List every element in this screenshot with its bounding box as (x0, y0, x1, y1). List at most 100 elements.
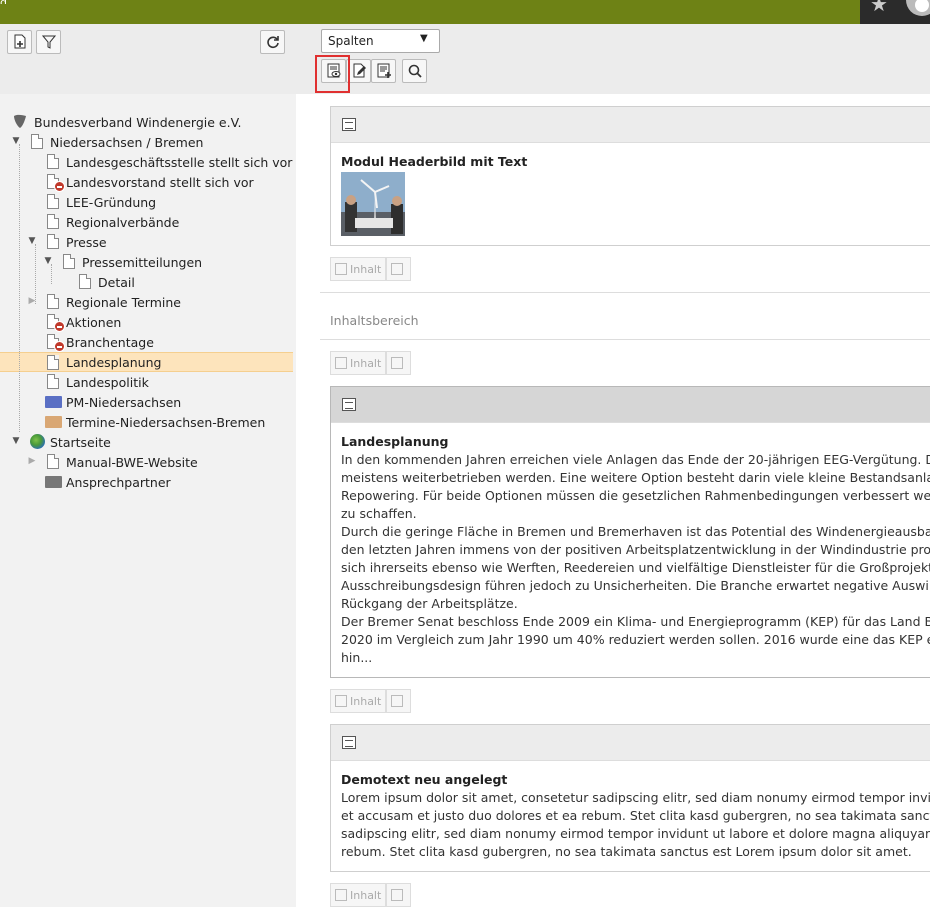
tree-item[interactable]: ▼ Startseite (0, 432, 293, 452)
content-element-card[interactable]: Modul Headerbild mit Text (330, 106, 930, 246)
tree-item-label: Branchentage (66, 334, 154, 350)
paste-content-button[interactable] (386, 689, 412, 713)
bodytext-line: rebum. Stet clita kasd gubergren, no sea… (341, 844, 912, 859)
tree-item[interactable]: Landespolitik (0, 372, 293, 392)
header-image-thumbnail[interactable] (341, 172, 405, 236)
tree-item[interactable]: Ansprechpartner (0, 472, 293, 492)
tree-item-label: Ansprechpartner (66, 474, 171, 490)
page-icon[interactable] (63, 254, 75, 269)
collapse-caret-icon[interactable]: ▼ (11, 436, 21, 446)
add-content-label: Inhalt (350, 262, 382, 276)
bodytext-line: Der Bremer Senat beschloss Ende 2009 ein… (341, 614, 930, 629)
paste-content-button[interactable] (386, 883, 412, 907)
wind-turbine-photo (341, 172, 405, 236)
tree-item-label: LEE-Gründung (66, 194, 157, 210)
bodytext-line: et accusam et justo duo dolores et ea re… (341, 808, 930, 823)
tree-item[interactable]: Detail (0, 272, 293, 292)
content-element-card[interactable]: Demotext neu angelegt Lorem ipsum dolor … (330, 724, 930, 872)
paste-icon (391, 889, 404, 901)
page-icon[interactable] (79, 274, 91, 289)
content-element-bodytext: In den kommenden Jahren erreichen viele … (341, 451, 930, 667)
bodytext-line: Repowering. Für beide Optionen müssen di… (341, 488, 930, 503)
expand-caret-icon[interactable]: ▶ (27, 456, 37, 466)
page-icon[interactable] (47, 454, 59, 469)
add-content-icon (335, 695, 347, 707)
tree-item[interactable]: Landesplanung (0, 352, 293, 372)
paste-content-button[interactable] (386, 351, 412, 375)
typo3-logo-icon (14, 114, 26, 128)
new-page-button[interactable] (7, 30, 32, 54)
add-content-button[interactable]: Inhalt (330, 351, 387, 375)
page-icon[interactable] (47, 214, 59, 229)
content-actions: Inhalt (330, 883, 412, 907)
tree-item-label: Manual-BWE-Website (66, 454, 198, 470)
page-icon[interactable] (47, 154, 59, 169)
tree-item[interactable]: ▼ Niedersachsen / Bremen (0, 132, 293, 152)
folder-icon[interactable] (45, 476, 62, 488)
tree-item[interactable]: Landesvorstand stellt sich vor (0, 172, 293, 192)
divider (320, 292, 930, 293)
bodytext-line: Lorem ipsum dolor sit amet, consetetur s… (341, 790, 930, 805)
page-icon[interactable] (47, 334, 65, 352)
tree-item[interactable]: ▶ Manual-BWE-Website (0, 452, 293, 472)
app-title-fragment: g (0, 0, 60, 4)
content-element-card[interactable]: Landesplanung In den kommenden Jahren er… (330, 386, 930, 678)
content-element-header (331, 387, 930, 423)
chevron-down-icon: ▼ (420, 33, 428, 44)
folder-icon[interactable] (45, 416, 62, 428)
tree-connector-line (51, 264, 52, 284)
bookmarks-star-icon[interactable]: ★ (870, 0, 888, 14)
new-content-button[interactable] (371, 59, 396, 83)
tree-item-label: Presse (66, 234, 107, 250)
page-icon[interactable] (47, 194, 59, 209)
tree-item[interactable]: ▶ Regionale Termine (0, 292, 293, 312)
paste-icon (391, 695, 404, 707)
page-icon[interactable] (47, 234, 59, 249)
tree-item-label: Detail (98, 274, 135, 290)
filter-button[interactable] (36, 30, 61, 54)
edit-page-icon (353, 63, 366, 78)
page-icon[interactable] (47, 374, 59, 389)
content-element-title: Modul Headerbild mit Text (341, 154, 528, 169)
tree-item[interactable]: LEE-Gründung (0, 192, 293, 212)
page-icon[interactable] (47, 314, 65, 332)
tree-item-label: Landespolitik (66, 374, 149, 390)
refresh-button[interactable] (260, 30, 285, 54)
page-icon[interactable] (47, 294, 59, 309)
content-actions: Inhalt (330, 257, 412, 281)
tree-item[interactable]: Aktionen (0, 312, 293, 332)
add-content-icon (335, 357, 347, 369)
tree-item-label: Landesgeschäftsstelle stellt sich vor (66, 154, 293, 170)
page-icon[interactable] (31, 134, 43, 149)
bodytext-line: sich ihrerseits ebenso wie Werften, Reed… (341, 560, 930, 575)
add-content-button[interactable]: Inhalt (330, 689, 387, 713)
tree-root[interactable]: Bundesverband Windenergie e.V. (0, 112, 293, 132)
top-bar: g (0, 0, 930, 24)
tree-item[interactable]: Termine-Niedersachsen-Bremen (0, 412, 293, 432)
add-content-label: Inhalt (350, 356, 382, 370)
tree-item[interactable]: PM-Niedersachsen (0, 392, 293, 412)
paste-icon (391, 357, 404, 369)
page-icon[interactable] (47, 174, 65, 192)
tree-item[interactable]: Landesgeschäftsstelle stellt sich vor (0, 152, 293, 172)
content-element-icon (342, 118, 356, 131)
tree-item[interactable]: Regionalverbände (0, 212, 293, 232)
filter-icon (41, 35, 56, 49)
add-content-button[interactable]: Inhalt (330, 883, 387, 907)
tree-item[interactable]: ▼ Presse (0, 232, 293, 252)
search-button[interactable] (402, 59, 427, 83)
folder-icon[interactable] (45, 396, 62, 408)
content-actions: Inhalt (330, 351, 412, 375)
content-element-icon (342, 398, 356, 411)
paste-content-button[interactable] (386, 257, 412, 281)
add-content-button[interactable]: Inhalt (330, 257, 387, 281)
content-element-header (331, 107, 930, 143)
content-element-bodytext: Lorem ipsum dolor sit amet, consetetur s… (341, 789, 930, 861)
tree-item[interactable]: Branchentage (0, 332, 293, 352)
site-root-globe-icon[interactable] (30, 434, 45, 449)
bodytext-line: In den kommenden Jahren erreichen viele … (341, 452, 930, 467)
tree-item-label: Regionale Termine (66, 294, 181, 310)
tree-item[interactable]: ▼ Pressemitteilungen (0, 252, 293, 272)
page-icon[interactable] (47, 355, 59, 370)
content-area-label: Inhaltsbereich (330, 313, 419, 328)
